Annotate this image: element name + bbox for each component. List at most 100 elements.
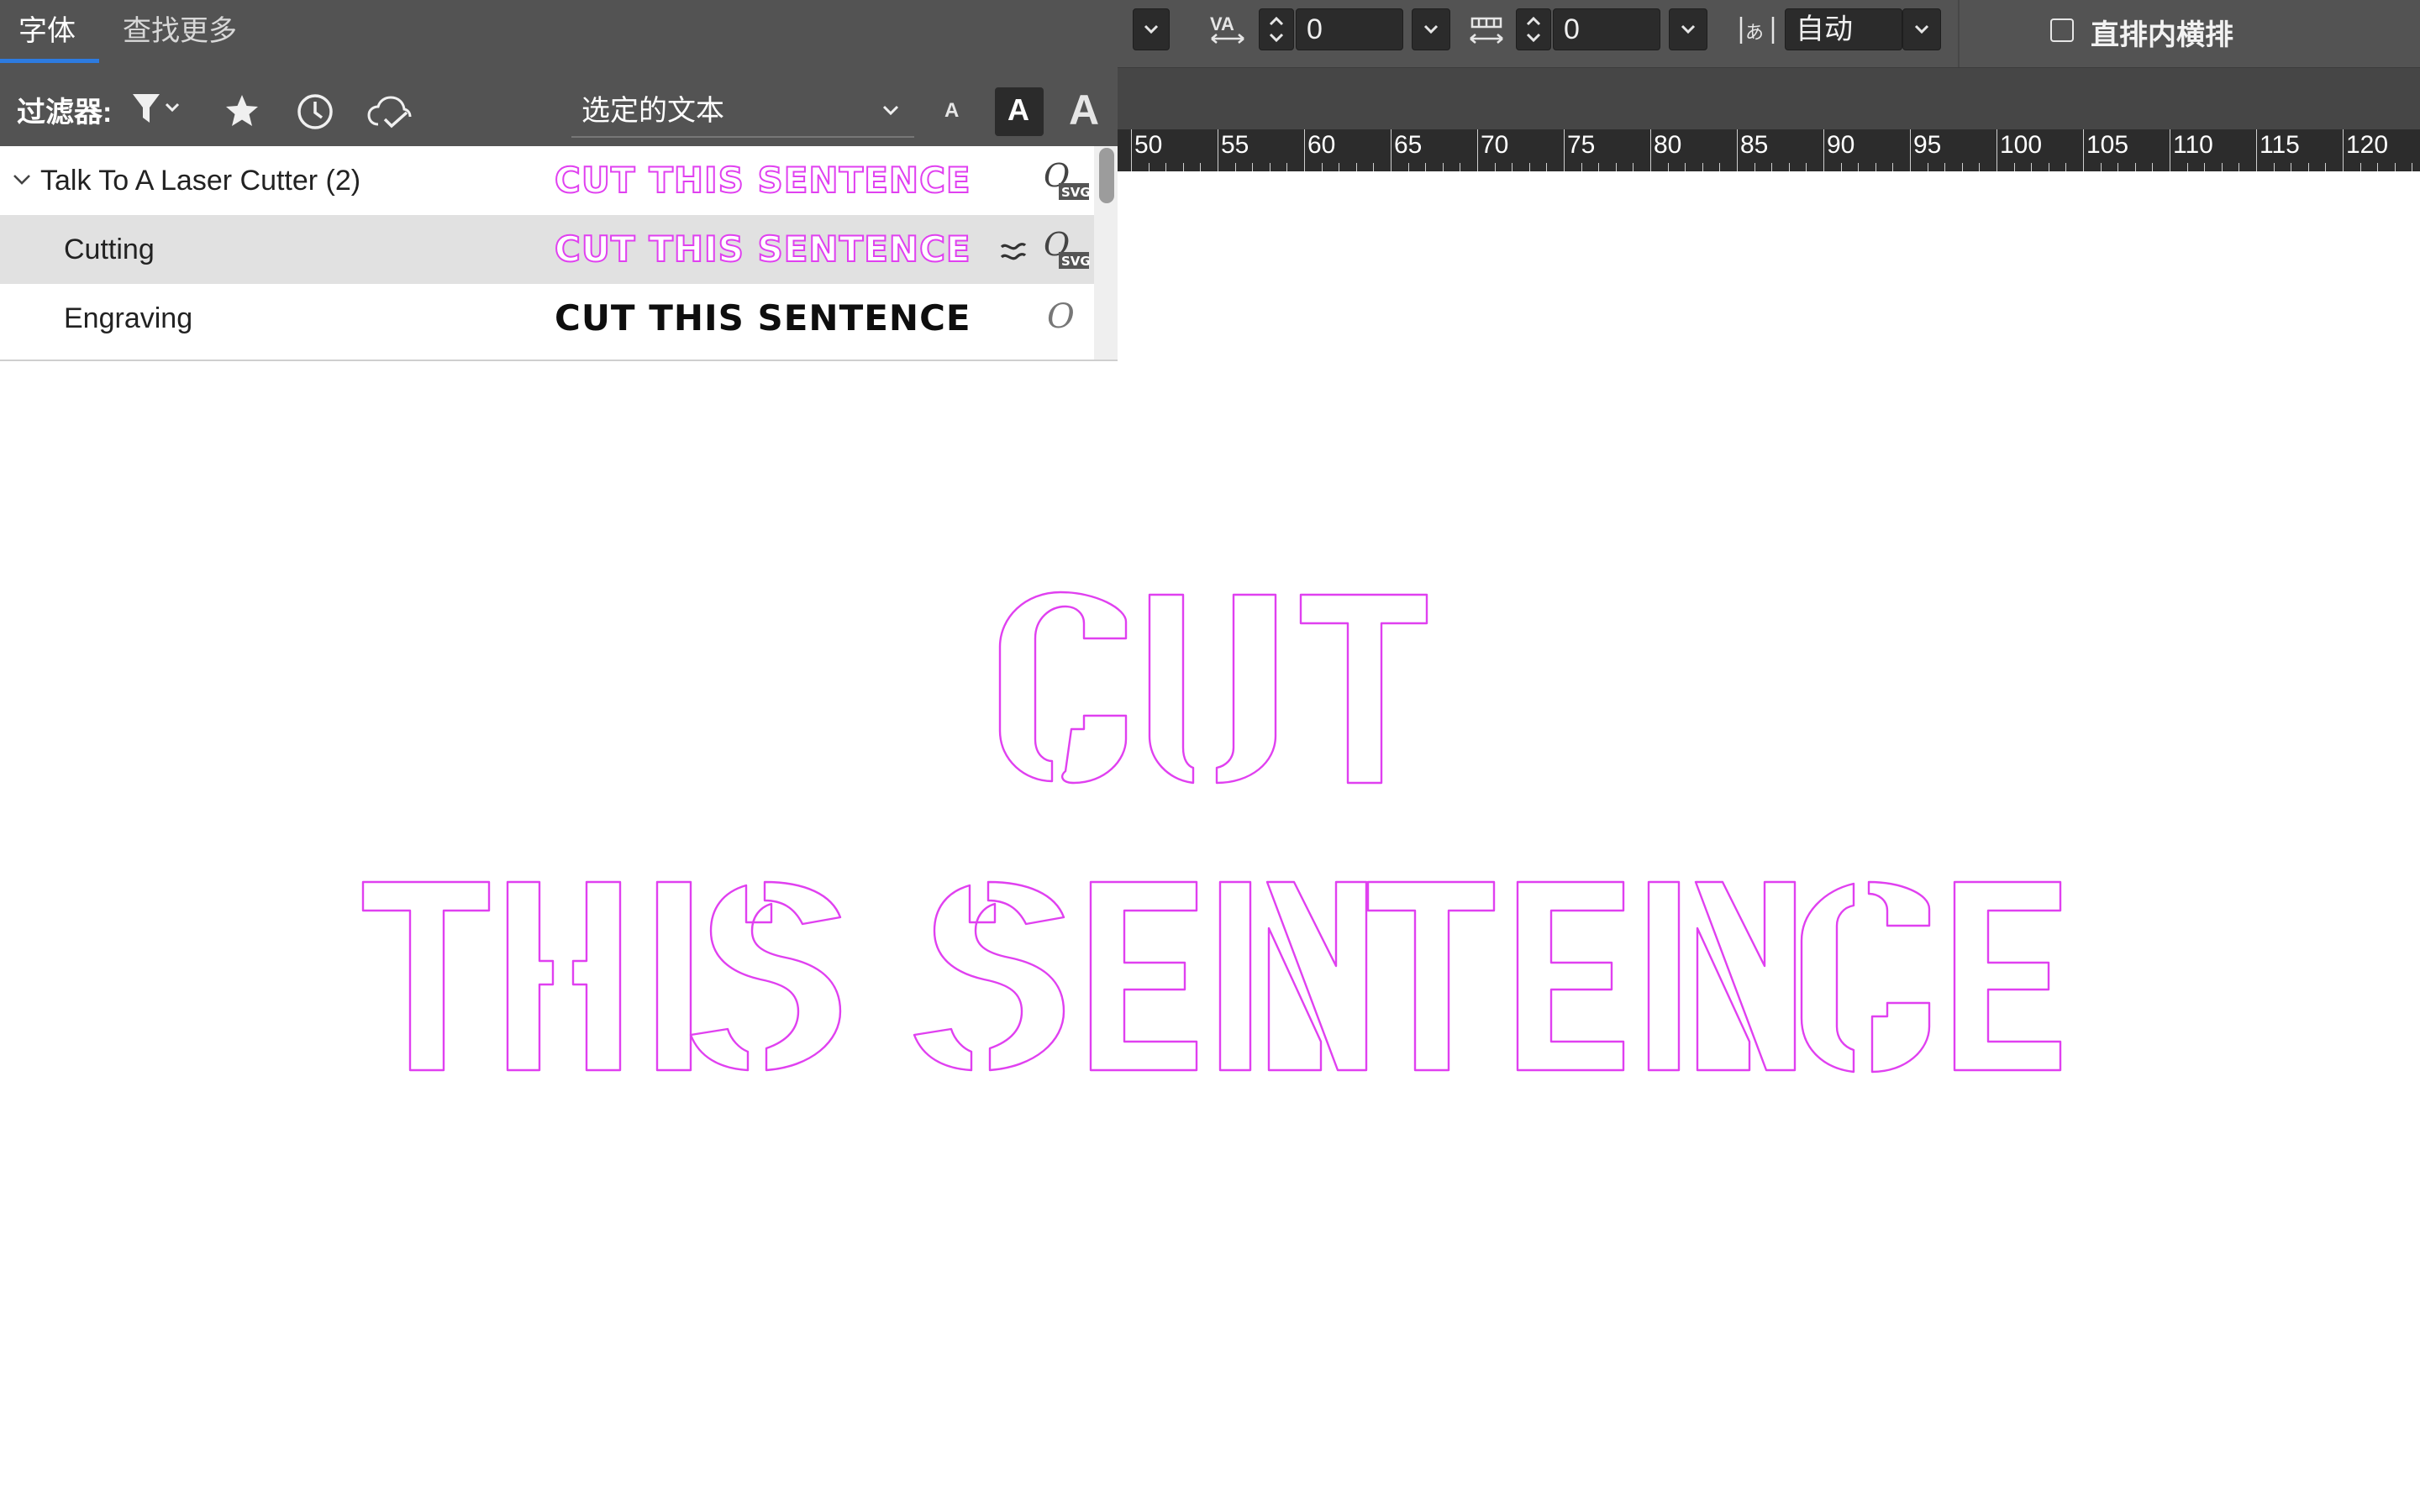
ruler-minor-tick — [2031, 163, 2033, 171]
ruler-major-tick — [2083, 129, 2084, 171]
ruler-minor-tick — [1373, 163, 1375, 171]
glyph-N2 — [1647, 880, 1797, 1072]
ruler-minor-tick — [1840, 163, 1842, 171]
glyph-S2 — [913, 880, 1065, 1072]
kerning-icon: VA — [1210, 13, 1244, 44]
ruler-minor-tick — [2238, 163, 2240, 171]
ruler-label: 80 — [1654, 131, 1682, 159]
ruler-minor-tick — [1286, 163, 1288, 171]
mojikumi-icon: あ — [1739, 17, 1775, 44]
font-family-row[interactable]: Talk To A Laser Cutter (2) CUT THIS SENT… — [0, 146, 1094, 215]
ruler-minor-tick — [1598, 163, 1600, 171]
ruler-minor-tick — [2100, 163, 2102, 171]
tracking-stepper[interactable] — [1516, 8, 1551, 50]
preview-size-medium-button[interactable]: A — [1007, 92, 1029, 128]
kerning-input[interactable]: 0 — [1296, 8, 1403, 50]
horizontal-ruler[interactable]: 50 55 60 65 70 75 80 85 90 95 100 105 110 115 120 — [1118, 129, 2420, 171]
ruler-minor-tick — [1425, 163, 1427, 171]
ruler-major-tick — [1391, 129, 1392, 171]
star-icon[interactable] — [224, 92, 260, 129]
mojikumi-select[interactable]: 自动 — [1785, 8, 1902, 50]
ruler-minor-tick — [2377, 163, 2379, 171]
font-size-dropdown[interactable] — [1133, 8, 1170, 50]
ruler-minor-tick — [1407, 163, 1409, 171]
ruler-label: 90 — [1827, 131, 1855, 159]
ruler-minor-tick — [2186, 163, 2188, 171]
font-style-name: Cutting — [64, 234, 155, 265]
ruler-minor-tick — [1182, 163, 1184, 171]
approx-icon[interactable] — [997, 234, 1030, 267]
ruler-major-tick — [1910, 129, 1911, 171]
tracking-input[interactable]: 0 — [1553, 8, 1660, 50]
stencil-text-outline — [361, 591, 2062, 1074]
ruler-minor-tick — [1806, 163, 1807, 171]
ruler-minor-tick — [1148, 163, 1150, 171]
tab-find-more[interactable]: 查找更多 — [123, 0, 237, 62]
svg-text:あ: あ — [1745, 23, 1764, 44]
ruler-minor-tick — [2013, 163, 2015, 171]
ruler-major-tick — [1131, 129, 1132, 171]
ruler-label: 115 — [2260, 131, 2300, 159]
ruler-label: 95 — [1913, 131, 1942, 159]
ruler-minor-tick — [1667, 163, 1669, 171]
ruler-minor-tick — [1979, 163, 1981, 171]
glyph-E2 — [1516, 880, 1625, 1072]
ruler-minor-tick — [1754, 163, 1755, 171]
tracking-dropdown[interactable] — [1669, 8, 1707, 50]
character-control-bar: VA 0 0 あ 自动 直排内横排 — [1118, 0, 2420, 68]
filter-icon[interactable] — [131, 91, 187, 128]
font-style-row-cutting[interactable]: Cutting CUT THIS SENTENCE O SVG — [0, 215, 1094, 284]
ruler-label: 75 — [1567, 131, 1596, 159]
panel-tab-bar: 字体 查找更多 — [0, 0, 1118, 66]
kerning-stepper[interactable] — [1259, 8, 1294, 50]
ruler-minor-tick — [2307, 163, 2309, 171]
active-tab-indicator — [0, 59, 99, 63]
ruler-minor-tick — [1581, 163, 1582, 171]
glyph-U — [1148, 593, 1277, 785]
glyph-E3 — [1953, 880, 2062, 1072]
mojikumi-dropdown[interactable] — [1902, 8, 1941, 50]
ruler-minor-tick — [1252, 163, 1254, 171]
scrollbar-thumb[interactable] — [1099, 148, 1114, 203]
ruler-minor-tick — [1234, 163, 1236, 171]
ruler-minor-tick — [1685, 163, 1686, 171]
ruler-minor-tick — [1494, 163, 1496, 171]
ruler-major-tick — [2343, 129, 2344, 171]
tate-chu-yoko-checkbox[interactable] — [2050, 18, 2074, 42]
font-style-row-engraving[interactable]: Engraving CUT THIS SENTENCE O — [0, 284, 1094, 353]
preview-size-small-button[interactable]: A — [944, 99, 959, 123]
ruler-minor-tick — [2134, 163, 2136, 171]
preview-size-large-button[interactable]: A — [1069, 86, 1099, 134]
filter-label: 过滤器: — [17, 97, 113, 129]
ruler-label: 110 — [2173, 131, 2213, 159]
kerning-dropdown[interactable] — [1412, 8, 1450, 50]
ruler-minor-tick — [2065, 163, 2067, 171]
ruler-minor-tick — [1702, 163, 1703, 171]
glyph-T3 — [1366, 880, 1496, 1072]
cloud-check-icon[interactable] — [366, 94, 412, 131]
ruler-minor-tick — [1719, 163, 1721, 171]
ruler-minor-tick — [2152, 163, 2154, 171]
glyph-C2 — [1800, 880, 1931, 1074]
font-style-preview: CUT THIS SENTENCE — [554, 228, 971, 270]
glyph-C — [998, 591, 1128, 785]
opentype-svg-icon: O SVG — [1044, 228, 1091, 269]
ruler-label: 55 — [1221, 131, 1249, 159]
opentype-icon: O — [1047, 297, 1075, 336]
ruler-label: 105 — [2086, 131, 2129, 159]
ruler-minor-tick — [1165, 163, 1167, 171]
ruler-label: 60 — [1307, 131, 1336, 159]
opentype-svg-icon: O SVG — [1044, 160, 1091, 200]
tate-chu-yoko-label: 直排内横排 — [2091, 19, 2233, 51]
clock-icon[interactable] — [296, 92, 334, 131]
chevron-down-icon — [882, 105, 899, 116]
tab-fonts[interactable]: 字体 — [18, 0, 76, 62]
filter-scope-select[interactable]: 选定的文本 — [571, 87, 914, 138]
ruler-major-tick — [1823, 129, 1824, 171]
ruler-minor-tick — [2360, 163, 2361, 171]
svg-text:SVG: SVG — [1061, 185, 1091, 200]
svg-text:O: O — [1047, 297, 1075, 336]
ruler-minor-tick — [2394, 163, 2396, 171]
expand-chevron-icon[interactable] — [12, 171, 32, 188]
ruler-minor-tick — [1442, 163, 1444, 171]
